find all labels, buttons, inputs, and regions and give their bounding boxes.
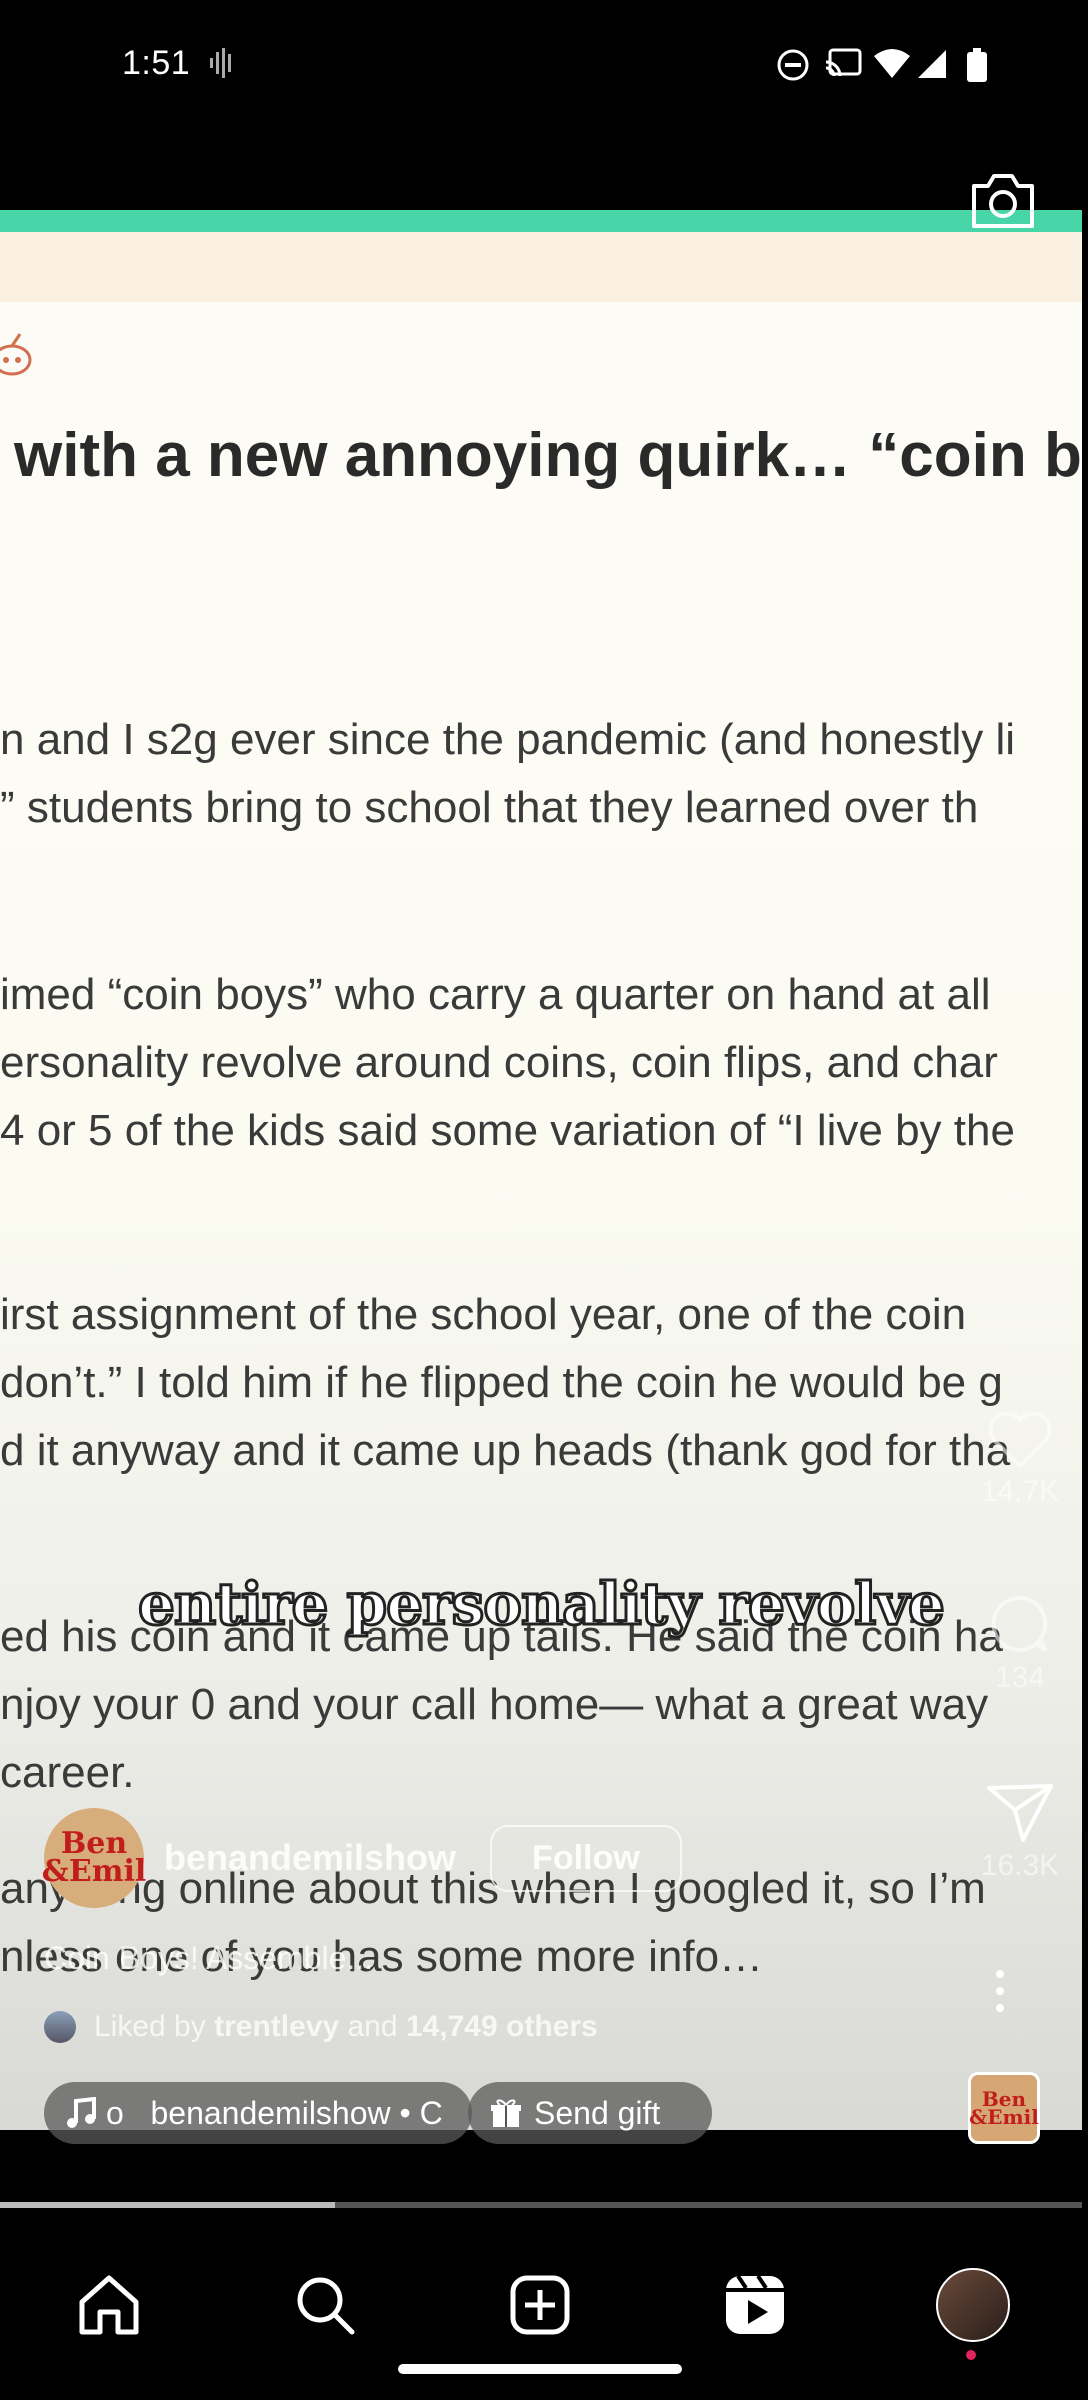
audio-label: o benandemilshow • C xyxy=(106,2094,443,2131)
liked-by-and: and xyxy=(347,2010,398,2043)
follow-button[interactable]: Follow xyxy=(490,1824,682,1892)
liked-by-prefix: Liked by xyxy=(94,2010,206,2043)
camera-icon[interactable] xyxy=(968,170,1038,232)
more-options-icon[interactable] xyxy=(992,1968,1008,2014)
liked-by[interactable]: Liked by trentlevy and 14,749 others xyxy=(44,2010,598,2044)
post-line: 4 or 5 of the kids said some variation o… xyxy=(0,1106,1015,1155)
vibrate-icon xyxy=(210,48,231,78)
liker-username[interactable]: trentlevy xyxy=(214,2010,339,2044)
header-band xyxy=(0,232,1082,302)
status-bar: 1:51 xyxy=(0,0,1088,140)
notification-dot xyxy=(966,2350,976,2360)
teal-header-bar xyxy=(0,210,1082,232)
heart-icon xyxy=(988,1411,1052,1469)
post-line: don’t.” I told him if he flipped the coi… xyxy=(0,1358,1003,1407)
share-count: 16.3K xyxy=(980,1849,1060,1882)
audio-thumbnail[interactable]: Ben &Emil xyxy=(968,2072,1040,2144)
avatar[interactable]: Ben &Emil xyxy=(42,1808,146,1908)
home-icon[interactable] xyxy=(74,2270,144,2340)
owner-row: Ben &Emil benandemilshow Follow xyxy=(42,1808,682,1908)
music-note-icon xyxy=(67,2097,96,2128)
reels-icon[interactable] xyxy=(720,2270,790,2340)
profile-avatar[interactable] xyxy=(936,2268,1010,2342)
comment-count: 134 xyxy=(994,1661,1046,1694)
like-button[interactable]: 14.7K xyxy=(960,1410,1080,1509)
status-time: 1:51 xyxy=(122,44,191,82)
post-line: n and I s2g ever since the pandemic (and… xyxy=(0,715,1016,764)
reel-caption[interactable]: Coin Boys! Assemble... xyxy=(44,1940,373,1977)
post-line: irst assignment of the school year, one … xyxy=(0,1290,967,1339)
audio-pill[interactable]: o benandemilshow • C xyxy=(44,2082,472,2144)
gift-icon xyxy=(491,2099,521,2127)
cast-icon xyxy=(825,48,862,77)
create-icon[interactable] xyxy=(505,2270,575,2340)
liker-avatar xyxy=(44,2011,76,2043)
share-button[interactable]: 16.3K xyxy=(960,1780,1080,1883)
comment-button[interactable]: 134 xyxy=(960,1592,1080,1695)
post-line: ersonality revolve around coins, coin fl… xyxy=(0,1038,998,1087)
send-gift-button[interactable]: Send gift xyxy=(468,2082,712,2144)
liked-by-others[interactable]: 14,749 others xyxy=(406,2010,598,2044)
username[interactable]: benandemilshow xyxy=(164,1837,456,1879)
post-line: ” students bring to school that they lea… xyxy=(0,783,979,832)
do-not-disturb-icon xyxy=(777,49,809,81)
comment-icon xyxy=(991,1595,1048,1652)
battery-icon xyxy=(967,48,987,82)
post-line: njoy your 0 and your call home— what a g… xyxy=(0,1680,989,1729)
post-line: d it anyway and it came up heads (thank … xyxy=(0,1426,1011,1475)
send-icon xyxy=(987,1784,1053,1842)
send-gift-label: Send gift xyxy=(534,2094,661,2131)
home-indicator xyxy=(398,2364,682,2374)
video-progress-fill xyxy=(0,2202,336,2208)
reddit-snoo-icon xyxy=(0,333,32,376)
caption-overlay: entire personality revolve xyxy=(137,1569,947,1640)
wifi-icon xyxy=(874,49,910,78)
video-progress[interactable] xyxy=(0,2202,1082,2208)
signal-icon xyxy=(918,50,946,78)
post-line: imed “coin boys” who carry a quarter on … xyxy=(0,970,991,1019)
post-title: with a new annoying quirk… “coin bo xyxy=(14,421,1082,490)
like-count: 14.7K xyxy=(980,1475,1060,1508)
post-line: career. xyxy=(0,1748,135,1797)
search-icon[interactable] xyxy=(290,2270,360,2340)
